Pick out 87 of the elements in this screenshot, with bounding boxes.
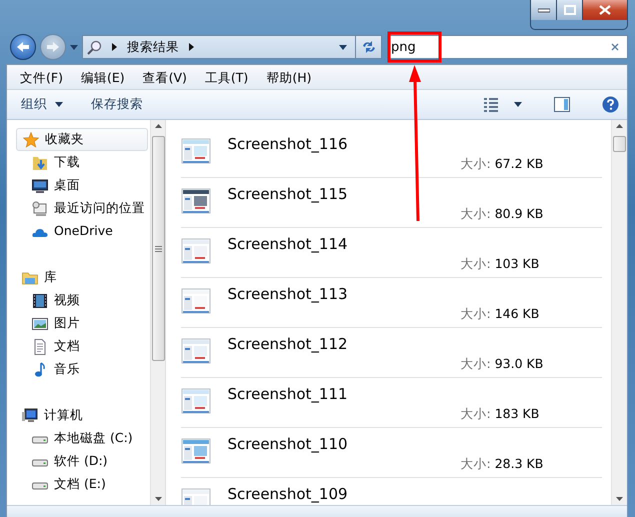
refresh-button[interactable] — [356, 35, 382, 59]
nav-item[interactable]: 文档 (E:) — [54, 475, 106, 494]
scroll-up-icon[interactable] — [154, 124, 162, 128]
nav-item[interactable]: 文档 — [54, 337, 80, 356]
file-name[interactable]: Screenshot_112 — [227, 335, 348, 353]
scroll-down-icon[interactable] — [154, 497, 162, 501]
close-icon — [599, 5, 611, 15]
music-note-icon — [32, 362, 48, 378]
view-icon[interactable] — [484, 96, 498, 112]
scroll-thumb[interactable] — [152, 136, 164, 361]
star-icon — [23, 132, 39, 148]
size-label: 大小: — [460, 206, 491, 221]
file-name[interactable]: Screenshot_111 — [227, 385, 348, 403]
nav-item[interactable]: 桌面 — [54, 176, 80, 195]
nav-item[interactable]: 软件 (D:) — [54, 452, 108, 471]
file-size: 103 KB — [494, 256, 540, 271]
nav-item[interactable]: 本地磁盘 (C:) — [54, 429, 133, 448]
file-name[interactable]: Screenshot_110 — [227, 435, 348, 453]
minimize-button[interactable] — [531, 0, 557, 20]
maximize-button[interactable] — [557, 0, 583, 20]
computer-icon — [32, 200, 48, 216]
scrollbar[interactable] — [611, 120, 627, 505]
scroll-down-icon[interactable] — [616, 497, 624, 501]
clear-icon[interactable] — [611, 43, 619, 51]
organize-button[interactable]: 组织 — [11, 95, 73, 114]
film-icon — [32, 292, 48, 308]
highlight-box — [388, 32, 442, 62]
back-arrow-icon — [16, 41, 30, 53]
menu-item[interactable]: 工具(T) — [196, 65, 258, 89]
nav-label[interactable]: 计算机 — [44, 406, 83, 425]
monitor-icon — [32, 178, 48, 194]
dropdown-icon[interactable] — [514, 102, 522, 107]
nav-item[interactable]: 音乐 — [54, 360, 80, 379]
folder-icon — [32, 154, 48, 170]
menu-item[interactable]: 帮助(H) — [257, 65, 320, 89]
save-search-button[interactable]: 保存搜索 — [81, 95, 153, 114]
refresh-icon — [360, 40, 376, 54]
grip-icon — [154, 246, 162, 252]
nav-label[interactable]: 库 — [44, 268, 57, 287]
file-size: 80.9 KB — [494, 206, 544, 221]
breadcrumb-item[interactable]: 搜索结果 — [127, 38, 179, 56]
picture-icon — [32, 316, 48, 332]
scrollbar[interactable] — [150, 120, 166, 505]
size-label: 大小: — [460, 456, 491, 471]
file-size: 146 KB — [494, 306, 540, 321]
file-size: 93.0 KB — [494, 356, 544, 371]
file-size: 28.3 KB — [494, 456, 544, 471]
file-size: 183 KB — [494, 406, 540, 421]
size-label: 大小: — [460, 156, 491, 171]
scroll-thumb[interactable] — [613, 136, 626, 152]
size-label: 大小: — [460, 406, 491, 421]
file-name[interactable]: Screenshot_109 — [227, 485, 348, 503]
size-label: 大小: — [460, 256, 491, 271]
nav-item[interactable]: 下载 — [54, 153, 80, 172]
dropdown-icon[interactable] — [339, 44, 347, 50]
nav-item[interactable]: OneDrive — [54, 222, 113, 241]
document-icon — [32, 338, 48, 354]
size-label: 大小: — [460, 306, 491, 321]
menu-item[interactable]: 查看(V) — [134, 65, 196, 89]
scroll-up-icon[interactable] — [616, 124, 624, 128]
address-bar[interactable]: 搜索结果 — [82, 35, 356, 59]
preview-pane-icon[interactable] — [554, 97, 570, 112]
file-name[interactable]: Screenshot_116 — [227, 135, 348, 153]
minimize-icon — [538, 7, 550, 13]
maximize-icon — [564, 5, 576, 15]
back-button[interactable] — [10, 34, 36, 60]
chevron-icon[interactable] — [189, 43, 194, 51]
chevron-icon[interactable] — [112, 43, 117, 51]
dropdown-icon — [55, 102, 63, 107]
file-name[interactable]: Screenshot_114 — [227, 235, 348, 253]
search-icon — [87, 40, 102, 54]
file-name[interactable]: Screenshot_115 — [227, 185, 348, 203]
folder-icon — [22, 270, 38, 286]
menu-item[interactable]: 编辑(E) — [72, 65, 134, 89]
computer-icon — [22, 408, 38, 424]
file-name[interactable]: Screenshot_113 — [227, 285, 348, 303]
size-label: 大小: — [460, 356, 491, 371]
nav-label[interactable]: 收藏夹 — [45, 130, 84, 149]
file-size: 67.2 KB — [494, 156, 544, 171]
help-icon[interactable] — [602, 96, 619, 113]
search-field[interactable]: png — [387, 35, 628, 59]
nav-item[interactable]: 最近访问的位置 — [54, 199, 145, 218]
forward-arrow-icon — [46, 41, 60, 53]
menu-item[interactable]: 文件(F) — [11, 65, 72, 89]
nav-item[interactable]: 图片 — [54, 314, 80, 333]
close-button[interactable] — [583, 0, 627, 20]
nav-item[interactable]: 视频 — [54, 291, 80, 310]
